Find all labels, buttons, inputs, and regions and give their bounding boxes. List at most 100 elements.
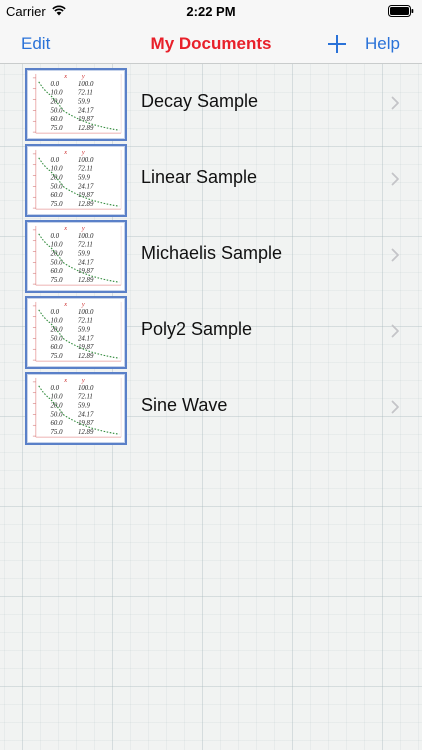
help-button[interactable]: Help	[365, 34, 400, 54]
thumbnail-cell: 50.0	[51, 335, 64, 342]
chevron-right-icon	[391, 400, 399, 414]
thumbnail-cell: 59.9	[78, 250, 91, 257]
thumbnail-cell: 59.9	[78, 326, 91, 333]
thumbnail-cell: 0.0	[51, 309, 60, 316]
thumbnail-cell: 60.0	[51, 344, 64, 351]
thumbnail-cell: 10.0	[51, 318, 64, 325]
thumbnail-cell: 59.9	[78, 98, 91, 105]
thumbnail-cell: 12.89	[78, 125, 94, 132]
thumbnail-cell: 10.0	[51, 166, 64, 173]
thumbnail-header-x: x	[63, 301, 67, 308]
thumbnail-cell: 20.0	[51, 98, 64, 105]
thumbnail-chart-preview: x y 0.0 100.0 10.0 72.11 20.0 59.9 50.0 24.17 60…	[32, 225, 122, 286]
thumbnail-cell: 60.0	[51, 268, 64, 275]
document-thumbnail: x y 0.0 100.0 10.0 72.11 20.0 59.9 50.0 24.17 60…	[25, 144, 127, 217]
thumbnail-cell: 24.17	[78, 335, 94, 342]
plus-icon	[328, 35, 346, 53]
chevron-right-icon	[391, 248, 399, 262]
thumbnail-cell: 12.89	[78, 277, 94, 284]
thumbnail-cell: 24.17	[78, 107, 94, 114]
thumbnail-header-x: x	[63, 73, 67, 80]
thumbnail-cell: 50.0	[51, 107, 64, 114]
thumbnail-cell: 75.0	[51, 201, 64, 208]
thumbnail-cell: 59.9	[78, 402, 91, 409]
document-thumbnail: x y 0.0 100.0 10.0 72.11 20.0 59.9 50.0 24.17 60…	[25, 372, 127, 445]
thumbnail-cell: 100.0	[78, 81, 94, 88]
thumbnail-cell: 60.0	[51, 420, 64, 427]
thumbnail-header-x: x	[63, 225, 67, 232]
thumbnail-header-y: y	[81, 225, 85, 232]
thumbnail-cell: 20.0	[51, 402, 64, 409]
page-title: My Documents	[150, 34, 272, 53]
thumbnail-cell: 75.0	[51, 353, 64, 360]
thumbnail-cell: 20.0	[51, 250, 64, 257]
thumbnail-cell: 50.0	[51, 183, 64, 190]
thumbnail-cell: 72.11	[78, 90, 93, 97]
document-thumbnail: x y 0.0 100.0 10.0 72.11 20.0 59.9 50.0 24.17 60…	[25, 68, 127, 141]
thumbnail-cell: 0.0	[51, 157, 60, 164]
status-time: 2:22 PM	[186, 4, 236, 19]
document-row-2[interactable]: x y 0.0 100.0 10.0 72.11 20.0 59.9 50.0 24.17 60…	[0, 142, 422, 218]
thumbnail-cell: 10.0	[51, 90, 64, 97]
thumbnail-cell: 12.89	[78, 353, 94, 360]
chevron-right-icon	[391, 324, 399, 338]
thumbnail-cell: 12.89	[78, 201, 94, 208]
thumbnail-cell: 75.0	[51, 429, 64, 436]
thumbnail-cell: 60.0	[51, 116, 64, 123]
thumbnail-cell: 50.0	[51, 411, 64, 418]
chevron-right-icon	[391, 172, 399, 186]
thumbnail-chart-preview: x y 0.0 100.0 10.0 72.11 20.0 59.9 50.0 24.17 60…	[32, 73, 122, 134]
document-row-4[interactable]: x y 0.0 100.0 10.0 72.11 20.0 59.9 50.0 24.17 60…	[0, 294, 422, 370]
thumbnail-chart-preview: x y 0.0 100.0 10.0 72.11 20.0 59.9 50.0 24.17 60…	[32, 149, 122, 210]
thumbnail-chart-preview: x y 0.0 100.0 10.0 72.11 20.0 59.9 50.0 24.17 60…	[32, 377, 122, 438]
document-thumbnail: x y 0.0 100.0 10.0 72.11 20.0 59.9 50.0 24.17 60…	[25, 220, 127, 293]
thumbnail-cell: 72.11	[78, 242, 93, 249]
thumbnail-cell: 75.0	[51, 277, 64, 284]
thumbnail-cell: 10.0	[51, 242, 64, 249]
document-title: Poly2 Sample	[141, 319, 253, 339]
navigation-bar: Edit My Documents Help	[0, 24, 422, 64]
thumbnail-cell: 10.0	[51, 394, 64, 401]
thumbnail-cell: 0.0	[51, 385, 60, 392]
thumbnail-header-y: y	[81, 73, 85, 80]
add-document-button[interactable]	[325, 32, 349, 56]
thumbnail-cell: 24.17	[78, 183, 94, 190]
thumbnail-cell: 100.0	[78, 385, 94, 392]
thumbnail-cell: 59.9	[78, 174, 91, 181]
thumbnail-header-x: x	[63, 149, 67, 156]
thumbnail-cell: 72.11	[78, 394, 93, 401]
document-title: Linear Sample	[141, 167, 258, 187]
thumbnail-cell: 72.11	[78, 318, 93, 325]
thumbnail-header-y: y	[81, 377, 85, 384]
chevron-right-icon	[391, 96, 399, 110]
document-thumbnail: x y 0.0 100.0 10.0 72.11 20.0 59.9 50.0 24.17 60…	[25, 296, 127, 369]
document-title: Decay Sample	[141, 91, 259, 111]
thumbnail-cell: 100.0	[78, 157, 94, 164]
document-title: Sine Wave	[141, 395, 228, 415]
document-row-3[interactable]: x y 0.0 100.0 10.0 72.11 20.0 59.9 50.0 24.17 60…	[0, 218, 422, 294]
document-title: Michaelis Sample	[141, 243, 283, 263]
thumbnail-cell: 50.0	[51, 259, 64, 266]
thumbnail-cell: 72.11	[78, 166, 93, 173]
edit-button[interactable]: Edit	[21, 34, 50, 54]
battery-icon	[388, 5, 414, 17]
document-row-5[interactable]: x y 0.0 100.0 10.0 72.11 20.0 59.9 50.0 24.17 60…	[0, 370, 422, 446]
thumbnail-cell: 60.0	[51, 192, 64, 199]
thumbnail-cell: 12.89	[78, 429, 94, 436]
thumbnail-header-y: y	[81, 149, 85, 156]
status-bar: Carrier 2:22 PM	[0, 0, 422, 24]
thumbnail-cell: 24.17	[78, 259, 94, 266]
thumbnail-cell: 75.0	[51, 125, 64, 132]
thumbnail-cell: 20.0	[51, 326, 64, 333]
document-list: x y 0.0 100.0 10.0 72.11 20.0 59.9 50.0 24.17 60…	[0, 66, 422, 446]
thumbnail-cell: 0.0	[51, 233, 60, 240]
document-row-1[interactable]: x y 0.0 100.0 10.0 72.11 20.0 59.9 50.0 24.17 60…	[0, 66, 422, 142]
thumbnail-cell: 0.0	[51, 81, 60, 88]
thumbnail-cell: 100.0	[78, 309, 94, 316]
thumbnail-header-y: y	[81, 301, 85, 308]
thumbnail-chart-preview: x y 0.0 100.0 10.0 72.11 20.0 59.9 50.0 24.17 60…	[32, 301, 122, 362]
thumbnail-cell: 20.0	[51, 174, 64, 181]
thumbnail-cell: 100.0	[78, 233, 94, 240]
thumbnail-cell: 24.17	[78, 411, 94, 418]
thumbnail-header-x: x	[63, 377, 67, 384]
